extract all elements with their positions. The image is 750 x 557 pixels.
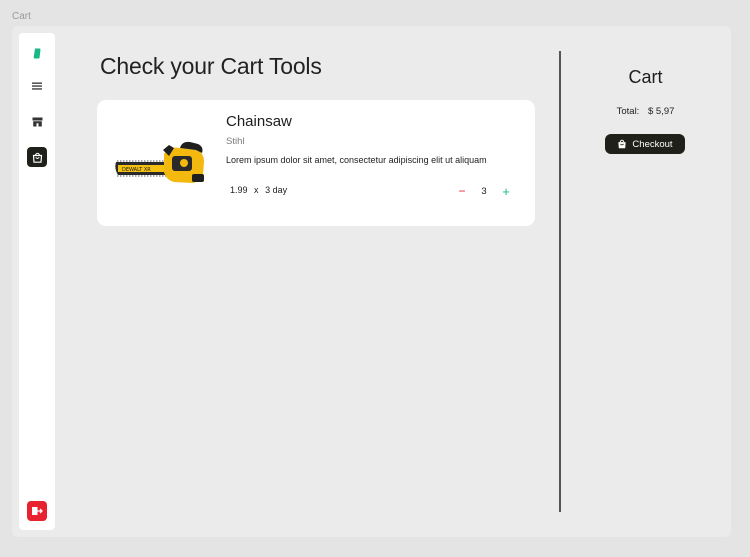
product-price: 1.99 xyxy=(230,185,248,195)
frame-label: Cart xyxy=(12,11,31,22)
times-sign: x xyxy=(254,185,259,195)
svg-text:DEWALT XR: DEWALT XR xyxy=(122,167,151,173)
page-title: Check your Cart Tools xyxy=(100,53,322,79)
cart-summary-title: Cart xyxy=(628,67,663,87)
shopping-bag-icon xyxy=(618,139,627,149)
menu-icon xyxy=(32,82,42,90)
rental-duration: 3 day xyxy=(265,185,288,195)
increase-quantity-button[interactable]: + xyxy=(500,184,512,199)
shopping-bag-icon xyxy=(32,152,42,163)
quantity-stepper: − 3 + xyxy=(456,183,512,199)
product-name: Chainsaw xyxy=(226,113,292,130)
product-brand: Stihl xyxy=(226,136,245,147)
sidebar-item-tag[interactable] xyxy=(27,43,47,63)
chainsaw-image: DEWALT XR xyxy=(115,141,204,183)
price-row: 1.99 x 3 day xyxy=(230,185,291,195)
total-row: Total: $ 5,97 xyxy=(573,106,718,117)
product-description: Lorem ipsum dolor sit amet, consectetur … xyxy=(226,155,487,165)
total-label: Total: xyxy=(616,106,640,117)
tag-icon xyxy=(33,48,41,58)
app-window: Check your Cart Tools DEWALT XR Chainsaw… xyxy=(12,26,731,537)
logout-button[interactable] xyxy=(27,501,47,521)
total-value: $ 5,97 xyxy=(647,106,675,117)
vertical-divider xyxy=(559,51,561,512)
sidebar xyxy=(19,33,55,530)
sidebar-item-cart[interactable] xyxy=(27,147,47,167)
sidebar-item-store[interactable] xyxy=(27,112,47,132)
quantity-value: 3 xyxy=(481,185,487,197)
sidebar-item-menu[interactable] xyxy=(27,76,47,96)
store-icon xyxy=(32,117,42,127)
checkout-label: Checkout xyxy=(632,138,673,150)
decrease-quantity-button[interactable]: − xyxy=(456,184,468,198)
logout-icon xyxy=(32,507,43,515)
cart-item-card: DEWALT XR Chainsaw Stihl Lorem ipsum dol… xyxy=(97,100,535,226)
checkout-button[interactable]: Checkout xyxy=(605,134,685,154)
